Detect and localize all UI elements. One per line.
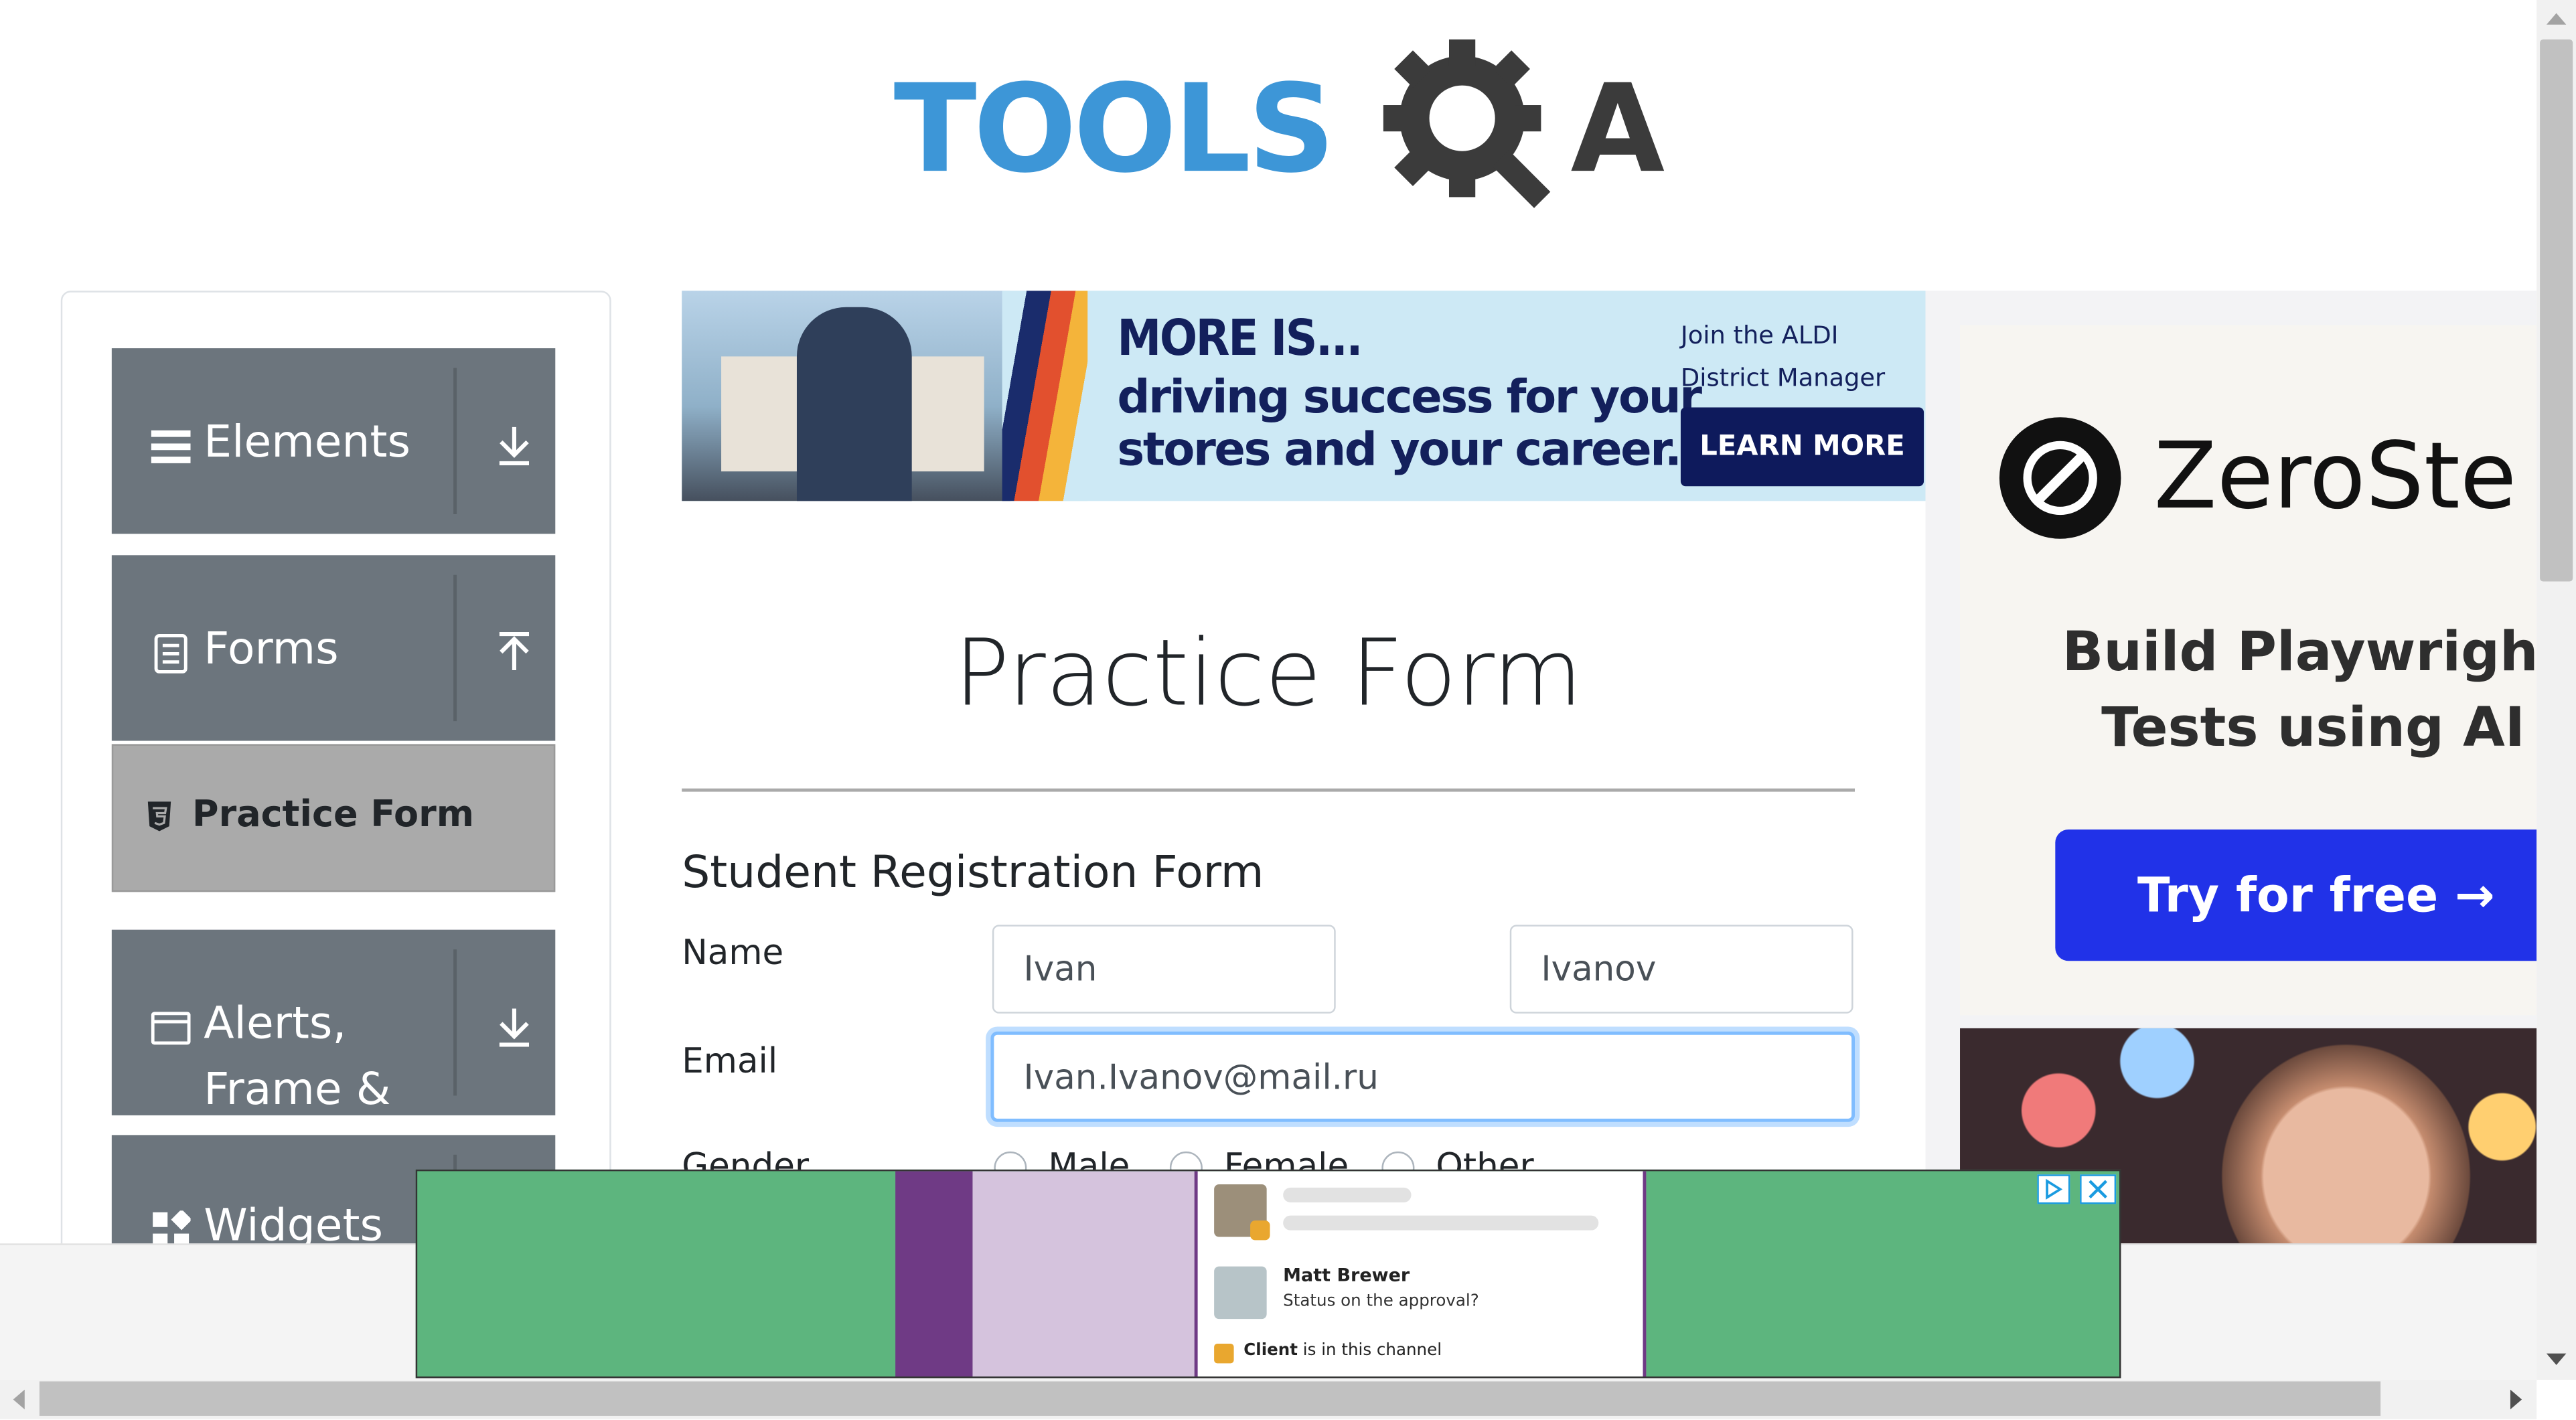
page-title: Practice Form [954,621,1583,728]
sidebar-item-practice-form[interactable]: Practice Form [111,744,556,892]
logo-text: TOOLS [893,59,1335,201]
tagline-line-2: Tests using AI [2101,694,2525,759]
adchoices-icon[interactable] [2037,1174,2070,1204]
scroll-right-arrow-icon[interactable] [2510,1389,2522,1410]
upload-arrow-icon[interactable] [496,631,532,674]
sidebar-group-label: Widgets [204,1200,384,1251]
client-chip-icon [1214,1343,1234,1364]
toolsqa-logo[interactable]: TOOLS A [893,33,1665,217]
ad-lilac-panel [972,1171,1195,1377]
ad-person [796,307,912,501]
email-input[interactable]: Ivan.Ivanov@mail.ru [990,1031,1855,1122]
gear-magnifier-icon [1383,39,1551,208]
ad-purple-strip [895,1171,973,1377]
tagline-line-1: Build Playwright [2062,619,2537,684]
scroll-up-arrow-icon[interactable] [2546,13,2567,25]
horizontal-scroll-thumb[interactable] [39,1381,2381,1416]
ad-stripes [1002,291,1088,501]
zerostep-logo-icon [1999,417,2121,539]
try-for-free-button[interactable]: Try for free → [2055,830,2537,961]
chat-card: Matt Brewer Status on the approval? Clie… [1194,1171,1647,1377]
ad-headline: MORE IS... [1117,310,1363,368]
zerostep-ad[interactable]: ZeroSte Build Playwright Tests using AI … [1960,325,2537,1016]
sidebar-group-elements[interactable]: Elements [111,348,556,534]
name-label: Name [682,933,784,973]
learn-more-button[interactable]: LEARN MORE [1680,407,1924,487]
title-divider [682,788,1855,792]
client-note: Client is in this channel [1243,1342,1442,1360]
placeholder-line [1283,1215,1599,1231]
sidebar-group-alerts-frame-windows[interactable]: Alerts, Frame & Windows [111,929,556,1181]
placeholder-line [1283,1187,1412,1202]
ad-line-2: stores and your career. [1117,422,1682,477]
ad-line-1: driving success for your [1117,370,1702,424]
divider [453,368,457,514]
zerostep-brand: ZeroSte [2153,424,2517,531]
form-heading: Student Registration Form [682,848,1264,899]
hamburger-icon [151,430,191,463]
close-icon[interactable] [2080,1174,2117,1204]
sidebar-group-label: Elements [204,417,411,469]
bottom-banner-ad[interactable]: Matt Brewer Status on the approval? Clie… [415,1169,2121,1378]
first-name-input[interactable]: Ivan [992,925,1336,1014]
sidebar-group-label: Forms [204,624,339,676]
message-text: Status on the approval? [1283,1292,1479,1311]
client-bold: Client [1243,1342,1298,1360]
avatar [1214,1266,1267,1320]
html5-icon [147,801,171,832]
scroll-left-arrow-icon[interactable] [13,1389,25,1410]
vertical-scroll-thumb[interactable] [2540,39,2573,582]
window-icon [151,1012,191,1045]
status-chip [1250,1220,1270,1241]
sidebar-group-forms[interactable]: Forms [111,555,556,741]
ad-photo [682,291,1010,501]
divider [453,949,457,1096]
download-arrow-icon[interactable] [496,424,532,467]
scroll-down-arrow-icon[interactable] [2546,1353,2567,1365]
email-label: Email [682,1041,778,1081]
download-arrow-icon[interactable] [496,1006,532,1048]
zerostep-tagline: Build Playwright Tests using AI [1960,615,2537,766]
aldi-banner-ad[interactable]: MORE IS... driving success for your stor… [682,291,1926,501]
sidebar-item-label: Practice Form [192,795,475,836]
logo-suffix: A [1570,59,1665,201]
client-rest: is in this channel [1297,1342,1442,1360]
last-name-input[interactable]: Ivanov [1509,925,1853,1014]
divider [453,574,457,722]
sender-name: Matt Brewer [1283,1265,1410,1287]
woman-face [2206,1028,2486,1244]
document-icon [154,634,187,674]
sidebar: Elements Forms Practice Form Alerts, Fra… [60,291,611,1313]
